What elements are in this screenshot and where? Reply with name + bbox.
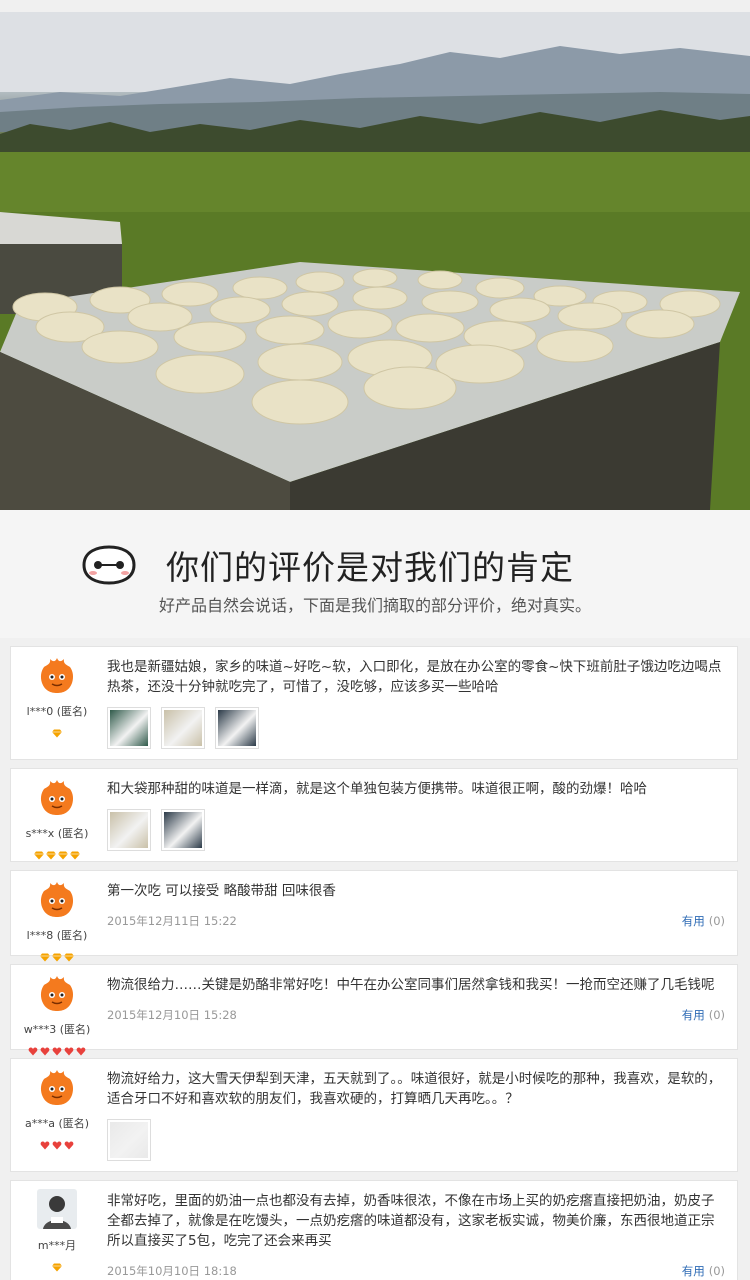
review-meta: 2015年10月10日 18:18 有用 (0): [107, 1263, 725, 1279]
review-content: 非常好吃，里面的奶油一点也都没有去掉，奶香味很浓，不像在市场上买的奶疙瘩直接把奶…: [107, 1181, 737, 1280]
user-avatar: [37, 973, 77, 1013]
review-meta: 2015年12月10日 15:28 有用 (0): [107, 1007, 725, 1023]
useful-button[interactable]: 有用 (0): [682, 1263, 725, 1279]
useful-count: (0): [708, 1264, 725, 1278]
section-subtitle: 好产品自然会说话，下面是我们摘取的部分评价，绝对真实。: [158, 596, 591, 615]
review-text: 非常好吃，里面的奶油一点也都没有去掉，奶香味很浓，不像在市场上买的奶疙瘩直接把奶…: [107, 1193, 715, 1249]
review-text: 第一次吃 可以接受 略酸带甜 回味很香: [107, 883, 336, 899]
useful-button[interactable]: 有用 (0): [682, 913, 725, 929]
level-diamond-icon: [58, 845, 68, 860]
user-name: l***8 (匿名): [26, 929, 88, 942]
level-heart-icon: [52, 1135, 62, 1150]
hero-photo-cheese-drying: [0, 12, 750, 510]
user-avatar: [37, 1067, 77, 1107]
user-level: [11, 845, 103, 860]
review-photos: [107, 707, 725, 749]
level-heart-icon: [40, 1041, 50, 1056]
level-diamond-icon: [52, 1257, 62, 1272]
review-user: l***8 (匿名): [11, 879, 103, 962]
user-avatar: [37, 777, 77, 817]
level-diamond-icon: [40, 947, 50, 962]
user-avatar: [37, 879, 77, 919]
user-name: a***a (匿名): [24, 1117, 90, 1130]
user-name: l***0 (匿名): [26, 705, 88, 718]
level-diamond-icon: [70, 845, 80, 860]
level-heart-icon: [64, 1135, 74, 1150]
review-photo-thumbnail[interactable]: [107, 809, 151, 851]
review-photo-thumbnail[interactable]: [107, 1119, 151, 1161]
review-photos: [107, 809, 725, 851]
review-photo-thumbnail[interactable]: [161, 707, 205, 749]
review-heading-section: 你们的评价是对我们的肯定 好产品自然会说话，下面是我们摘取的部分评价，绝对真实。: [0, 510, 750, 638]
level-diamond-icon: [52, 947, 62, 962]
user-level: [11, 1041, 103, 1056]
review-user: w***3 (匿名): [11, 973, 103, 1056]
user-name: w***3 (匿名): [23, 1023, 91, 1036]
review-item: w***3 (匿名) 物流很给力……关键是奶酪非常好吃！中午在办公室同事们居然拿钱…: [10, 964, 738, 1056]
review-text: 和大袋那种甜的味道是一样滴，就是这个单独包装方便携带。味道很正啊，酸的劲爆！哈哈: [107, 781, 647, 797]
useful-label[interactable]: 有用: [682, 914, 705, 928]
user-level: [11, 1257, 103, 1272]
user-level: [11, 947, 103, 962]
user-level: [11, 1135, 103, 1150]
review-date: 2015年12月11日 15:22: [107, 914, 237, 928]
review-user: l***0 (匿名): [11, 655, 103, 738]
user-name: m***月: [37, 1239, 77, 1252]
review-photo-thumbnail[interactable]: [161, 809, 205, 851]
level-heart-icon: [40, 1135, 50, 1150]
review-date: 2015年10月10日 18:18: [107, 1264, 237, 1278]
review-photos: [107, 1119, 725, 1161]
review-photo-thumbnail[interactable]: [215, 707, 259, 749]
review-meta: 2015年12月11日 15:22 有用 (0): [107, 913, 725, 929]
user-avatar: [37, 1189, 77, 1229]
review-user: m***月: [11, 1189, 103, 1272]
level-heart-icon: [64, 1041, 74, 1056]
user-name: s***x (匿名): [25, 827, 89, 840]
level-heart-icon: [28, 1041, 38, 1056]
review-text: 物流很给力……关键是奶酪非常好吃！中午在办公室同事们居然拿钱和我买！一抢而空还赚…: [107, 977, 715, 993]
review-item: s***x (匿名) 和大袋那种甜的味道是一样滴，就是这个单独包装方便携带。味道很…: [10, 768, 738, 862]
review-item: l***8 (匿名) 第一次吃 可以接受 略酸带甜 回味很香 2015年12月11日…: [10, 870, 738, 962]
review-item: a***a (匿名) 物流好给力，这大雪天伊犁到天津，五天就到了。。味道很好，就是…: [10, 1058, 738, 1172]
useful-button[interactable]: 有用 (0): [682, 1007, 725, 1023]
level-diamond-icon: [52, 723, 62, 738]
review-content: 我也是新疆姑娘，家乡的味道~好吃~软，入口即化，是放在办公室的零食~快下班前肚子…: [107, 647, 737, 759]
level-heart-icon: [52, 1041, 62, 1056]
review-content: 物流很给力……关键是奶酪非常好吃！中午在办公室同事们居然拿钱和我买！一抢而空还赚…: [107, 965, 737, 1033]
page: 你们的评价是对我们的肯定 好产品自然会说话，下面是我们摘取的部分评价，绝对真实。…: [0, 0, 750, 1280]
useful-label[interactable]: 有用: [682, 1264, 705, 1278]
level-diamond-icon: [34, 845, 44, 860]
review-list: l***0 (匿名) 我也是新疆姑娘，家乡的味道~好吃~软，入口即化，是放在办公室…: [10, 646, 738, 1280]
review-text: 物流好给力，这大雪天伊犁到天津，五天就到了。。味道很好，就是小时候吃的那种，我喜…: [107, 1071, 722, 1107]
useful-label[interactable]: 有用: [682, 1008, 705, 1022]
review-content: 第一次吃 可以接受 略酸带甜 回味很香 2015年12月11日 15:22 有用 (0…: [107, 871, 737, 939]
baymax-face-icon: [82, 545, 136, 585]
useful-count: (0): [708, 914, 725, 928]
title-row: 你们的评价是对我们的肯定: [78, 540, 574, 590]
user-avatar: [37, 655, 77, 695]
level-heart-icon: [76, 1041, 86, 1056]
level-diamond-icon: [46, 845, 56, 860]
level-diamond-icon: [64, 947, 74, 962]
review-item: l***0 (匿名) 我也是新疆姑娘，家乡的味道~好吃~软，入口即化，是放在办公室…: [10, 646, 738, 760]
review-user: a***a (匿名): [11, 1067, 103, 1150]
useful-count: (0): [708, 1008, 725, 1022]
review-content: 物流好给力，这大雪天伊犁到天津，五天就到了。。味道很好，就是小时候吃的那种，我喜…: [107, 1059, 737, 1171]
review-text: 我也是新疆姑娘，家乡的味道~好吃~软，入口即化，是放在办公室的零食~快下班前肚子…: [107, 659, 722, 695]
review-photo-thumbnail[interactable]: [107, 707, 151, 749]
review-content: 和大袋那种甜的味道是一样滴，就是这个单独包装方便携带。味道很正啊，酸的劲爆！哈哈: [107, 769, 737, 861]
review-user: s***x (匿名): [11, 777, 103, 860]
review-date: 2015年12月10日 15:28: [107, 1008, 237, 1022]
user-level: [11, 723, 103, 738]
section-title: 你们的评价是对我们的肯定: [166, 548, 574, 587]
review-item: m***月 非常好吃，里面的奶油一点也都没有去掉，奶香味很浓，不像在市场上买的奶疙…: [10, 1180, 738, 1280]
